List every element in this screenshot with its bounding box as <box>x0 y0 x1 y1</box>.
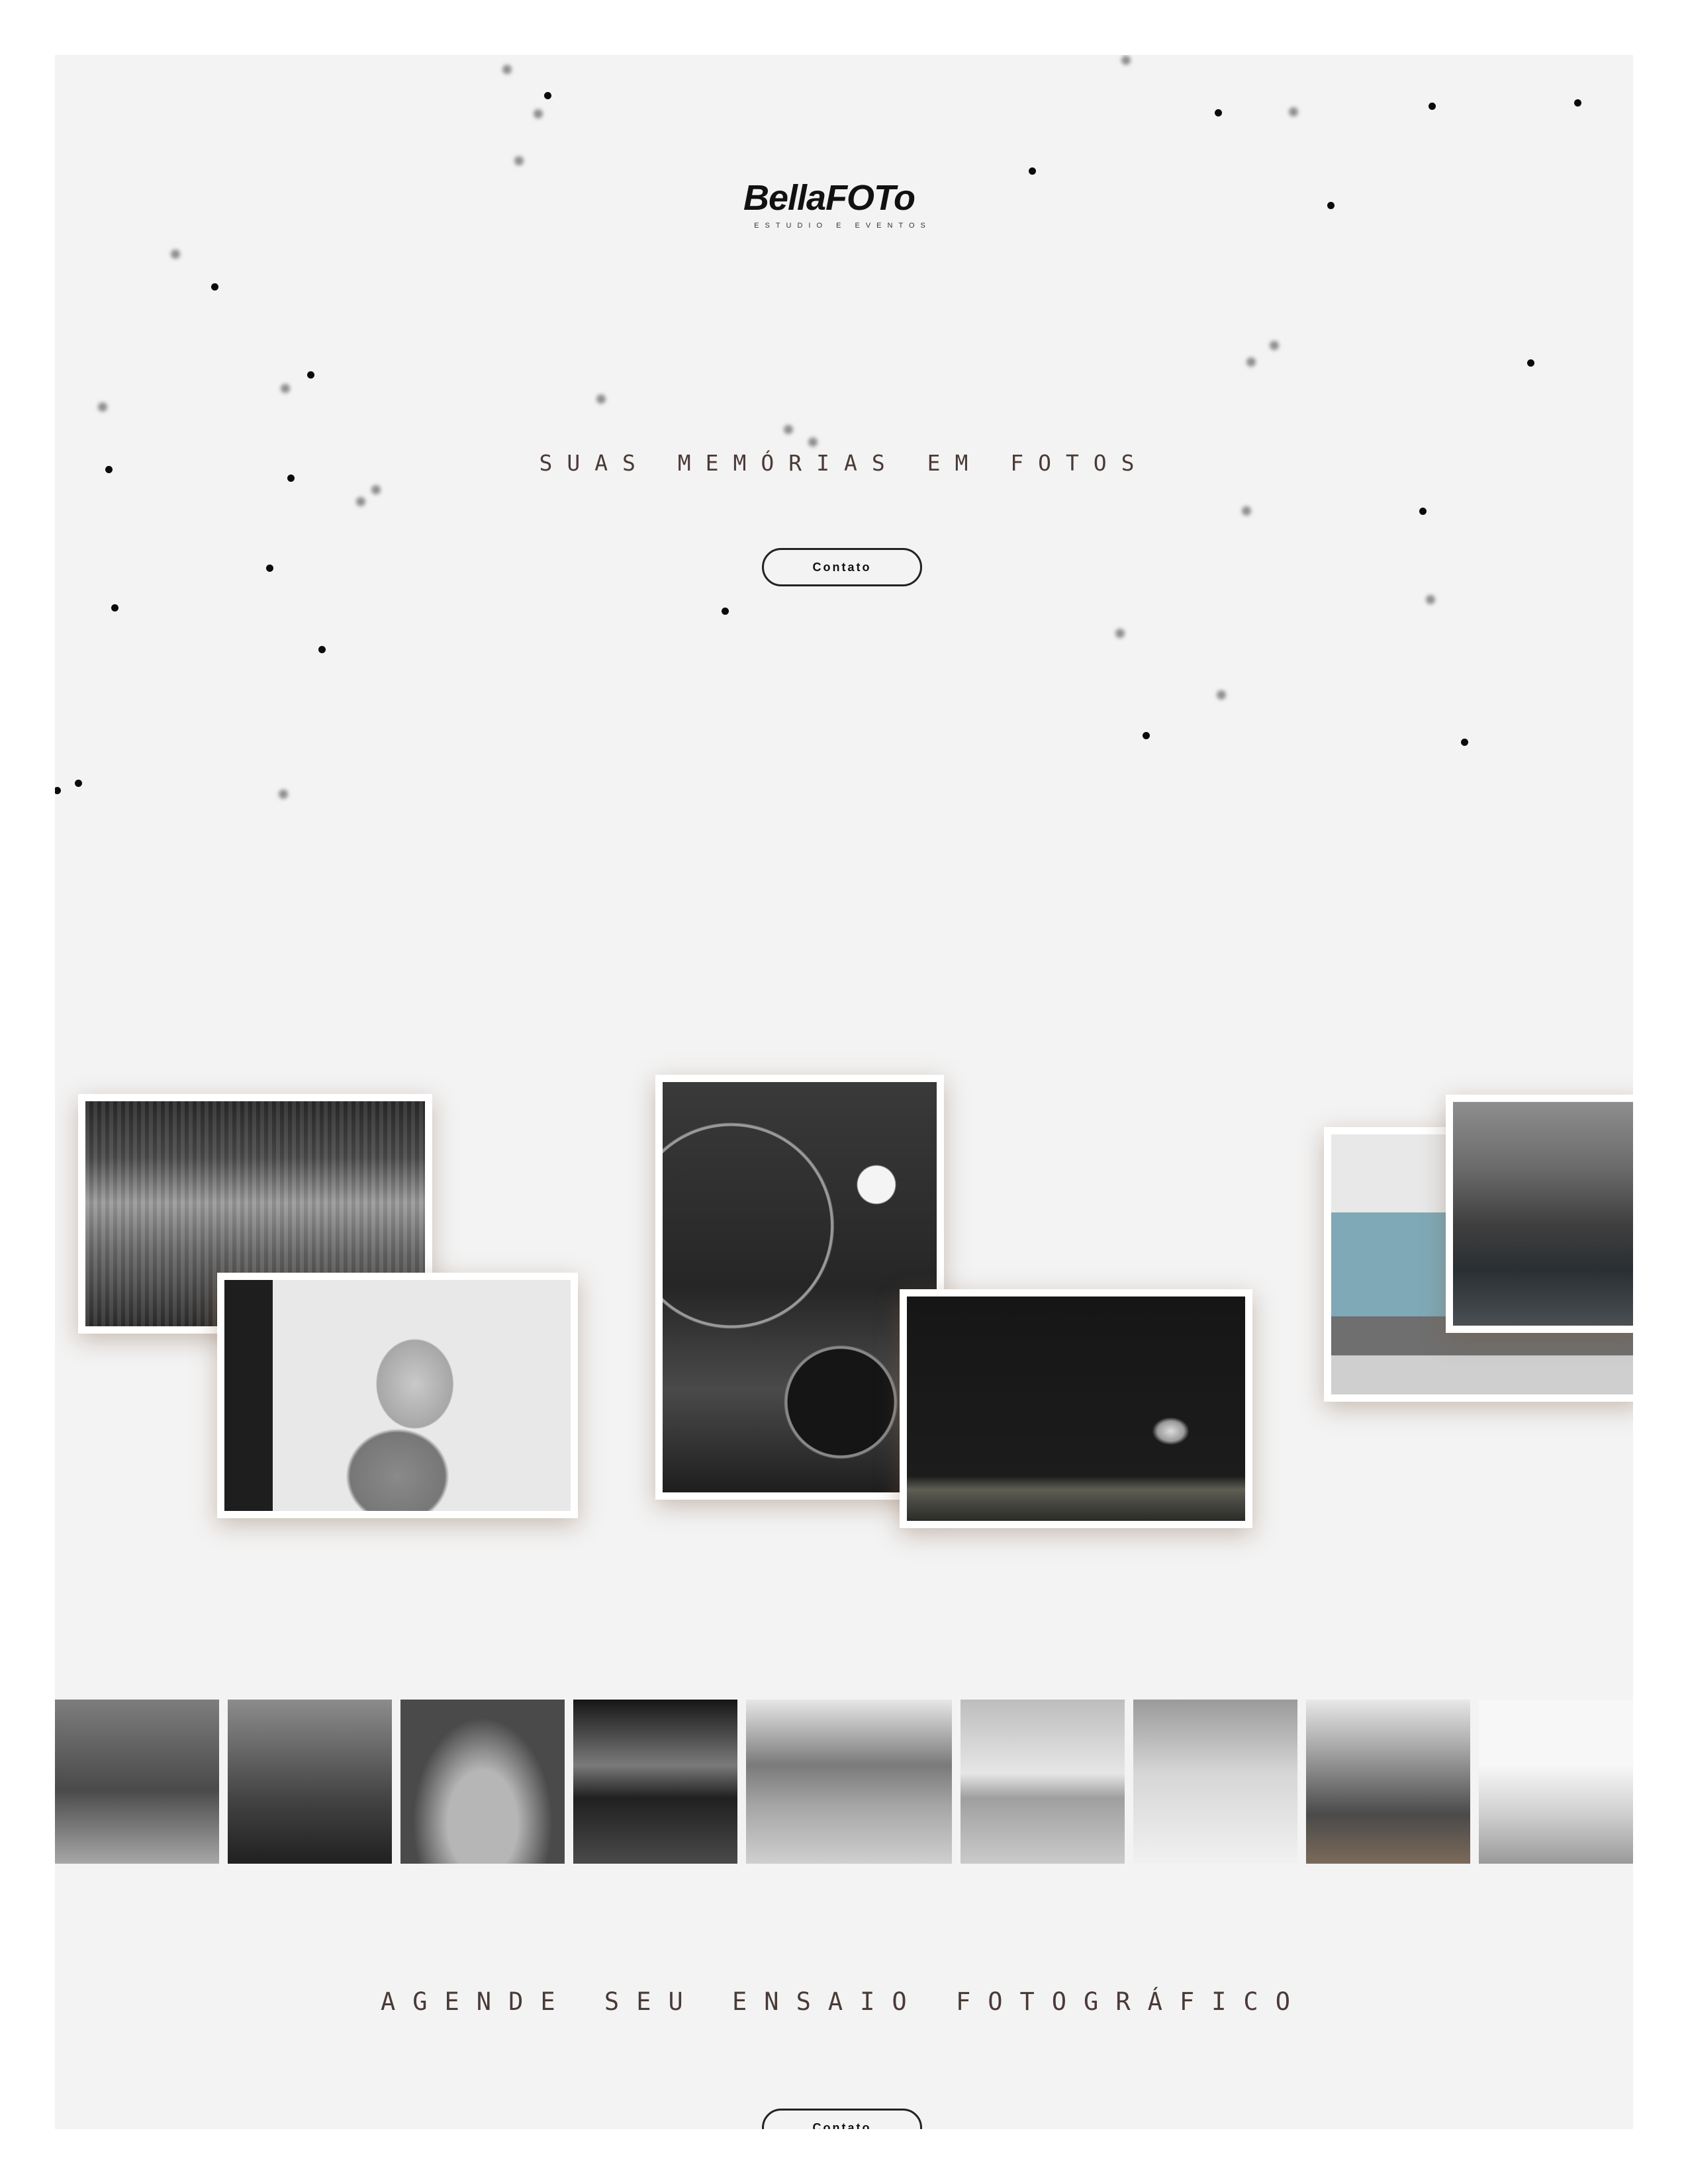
boat-lake-photo[interactable] <box>1306 1700 1470 1864</box>
contact-button[interactable]: Contato <box>762 548 922 586</box>
brand-logo[interactable]: BellaFOTo ESTUDIO E EVENTOS <box>743 177 949 240</box>
hero-tagline: SUAS MEMÓRIAS EM FOTOS <box>539 450 1149 476</box>
desert-spiral-photo[interactable] <box>400 1700 565 1864</box>
lake-boat-photo[interactable] <box>746 1700 952 1864</box>
eiffel-tower-photo[interactable] <box>1446 1095 1633 1333</box>
doll-photo[interactable] <box>217 1273 578 1518</box>
booking-tagline: AGENDE SEU ENSAIO FOTOGRÁFICO <box>380 1987 1307 2016</box>
page-canvas: BellaFOTo ESTUDIO E EVENTOS SUAS MEMÓRIA… <box>55 55 1633 2129</box>
valley-photo[interactable] <box>55 1700 219 1864</box>
mountains-photo[interactable] <box>228 1700 392 1864</box>
logo-wordmark: BellaFOTo <box>743 178 915 218</box>
booking-contact-button[interactable]: Contato <box>762 2109 922 2129</box>
sunset-beach-photo[interactable] <box>961 1700 1125 1864</box>
palm-beach-photo[interactable] <box>1133 1700 1297 1864</box>
reflection-photo[interactable] <box>573 1700 737 1864</box>
dark-street-photo[interactable] <box>900 1289 1252 1528</box>
flower-field-photo[interactable] <box>1479 1700 1633 1864</box>
logo-subtitle: ESTUDIO E EVENTOS <box>754 222 931 230</box>
